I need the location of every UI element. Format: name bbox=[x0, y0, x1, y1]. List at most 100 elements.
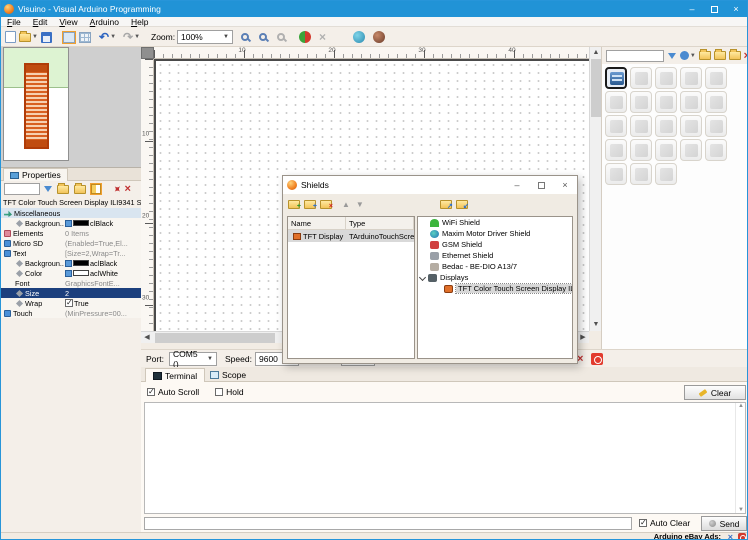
palette-expand-icon[interactable] bbox=[713, 49, 726, 60]
property-row-miscellaneous[interactable]: Miscellaneous bbox=[1, 208, 141, 218]
property-row-backgroun-[interactable]: Backgroun.. clBlack bbox=[1, 218, 141, 228]
scroll-left-icon[interactable]: ◀ bbox=[141, 333, 153, 343]
property-row-touch[interactable]: Touch (MinPressure=00... bbox=[1, 308, 141, 318]
filter-icon[interactable] bbox=[44, 186, 52, 192]
property-row-font[interactable]: Font GraphicsFontE... bbox=[1, 278, 141, 288]
hold-checkbox[interactable]: Hold bbox=[215, 387, 244, 397]
palette-collapse-icon[interactable] bbox=[728, 49, 741, 60]
close-ads-icon[interactable]: × bbox=[728, 532, 733, 539]
user-filter-icon[interactable] bbox=[680, 51, 689, 60]
minimize-button[interactable]: – bbox=[681, 1, 703, 17]
tree-item-displays[interactable]: Displays bbox=[418, 272, 572, 283]
tab-terminal[interactable]: Terminal bbox=[145, 368, 206, 382]
auto-clear-checkbox-box[interactable] bbox=[639, 518, 647, 527]
port-select[interactable]: COM5 () ▼ bbox=[169, 349, 217, 369]
palette-component-5[interactable] bbox=[605, 91, 627, 113]
palette-component-1[interactable] bbox=[630, 67, 652, 89]
menu-edit[interactable]: Edit bbox=[27, 17, 54, 27]
arrange-columns-icon[interactable] bbox=[90, 183, 102, 195]
palette-component-3[interactable] bbox=[680, 67, 702, 89]
add-shield-alt-button[interactable]: + bbox=[304, 199, 317, 210]
zoom-reset-button[interactable] bbox=[277, 30, 285, 44]
palette-component-0[interactable] bbox=[605, 67, 627, 89]
move-down-button[interactable]: ▼ bbox=[356, 200, 364, 209]
expand-plus-icon[interactable] bbox=[65, 219, 72, 227]
palette-component-16[interactable] bbox=[630, 139, 652, 161]
zoom-out-button[interactable] bbox=[259, 30, 267, 44]
clear-button[interactable]: Clear bbox=[684, 385, 746, 400]
redo-button[interactable]: ↷ ▼ bbox=[123, 30, 140, 44]
scroll-right-icon[interactable]: ▶ bbox=[577, 333, 589, 343]
design-preview-pane[interactable] bbox=[1, 47, 141, 168]
auto-scroll-checkbox-box[interactable] bbox=[147, 387, 155, 396]
expand-all-icon[interactable] bbox=[57, 182, 69, 194]
palette-component-13[interactable] bbox=[680, 115, 702, 137]
tab-properties[interactable]: Properties bbox=[3, 168, 68, 181]
property-row-elements[interactable]: Elements 0 Items bbox=[1, 228, 141, 238]
pin-icon[interactable]: ✦ bbox=[110, 182, 123, 195]
property-row-backgroun-[interactable]: Backgroun.. aclBlack bbox=[1, 258, 141, 268]
grid-toggle-button[interactable] bbox=[79, 30, 91, 44]
property-row-micro-sd[interactable]: Micro SD (Enabled=True,El... bbox=[1, 238, 141, 248]
close-button[interactable]: × bbox=[725, 1, 747, 17]
palette-component-11[interactable] bbox=[630, 115, 652, 137]
connect-button[interactable] bbox=[591, 352, 603, 366]
clear-filter-icon[interactable]: × bbox=[125, 184, 131, 195]
send-button[interactable]: Send bbox=[701, 516, 747, 531]
new-project-button[interactable] bbox=[5, 30, 16, 44]
shields-dialog-titlebar[interactable]: Shields – × bbox=[283, 176, 577, 194]
build-upload-button[interactable] bbox=[299, 30, 311, 44]
expand-plus-icon[interactable] bbox=[65, 259, 72, 267]
palette-component-8[interactable] bbox=[680, 91, 702, 113]
send-text-input[interactable] bbox=[144, 517, 632, 530]
palette-component-4[interactable] bbox=[705, 67, 727, 89]
palette-component-17[interactable] bbox=[655, 139, 677, 161]
tab-scope[interactable]: Scope bbox=[203, 368, 253, 382]
collapse-all-icon[interactable] bbox=[74, 182, 86, 194]
tft-component-thumbnail[interactable] bbox=[24, 63, 49, 149]
menu-help[interactable]: Help bbox=[125, 17, 154, 27]
terminal-output[interactable]: ▲ ▼ bbox=[144, 402, 746, 514]
canvas-vertical-scrollbar[interactable]: ▲ ▼ bbox=[589, 47, 601, 331]
delete-button[interactable]: × bbox=[319, 30, 326, 44]
palette-component-10[interactable] bbox=[605, 115, 627, 137]
palette-component-6[interactable] bbox=[630, 91, 652, 113]
palette-component-20[interactable] bbox=[605, 163, 627, 185]
terminal-scroll-down-icon[interactable]: ▼ bbox=[736, 507, 746, 513]
column-header-name[interactable]: Name bbox=[288, 216, 346, 230]
palette-folder-icon[interactable] bbox=[698, 49, 711, 60]
palette-component-2[interactable] bbox=[655, 67, 677, 89]
palette-component-21[interactable] bbox=[630, 163, 652, 185]
tree-item-ethernet-shield[interactable]: Ethernet Shield bbox=[418, 250, 572, 261]
tree-item-wifi-shield[interactable]: WiFi Shield bbox=[418, 217, 572, 228]
property-row-wrap[interactable]: Wrap True bbox=[1, 298, 141, 308]
palette-component-9[interactable] bbox=[705, 91, 727, 113]
menu-arduino[interactable]: Arduino bbox=[84, 17, 125, 27]
properties-search-input[interactable] bbox=[4, 183, 40, 195]
vscroll-thumb[interactable] bbox=[591, 59, 601, 117]
dialog-maximize-button[interactable] bbox=[529, 176, 553, 194]
zoom-select[interactable]: 100% ▼ bbox=[177, 30, 233, 44]
property-row-size[interactable]: Size 2 bbox=[1, 288, 141, 298]
maximize-button[interactable] bbox=[703, 1, 725, 17]
palette-component-7[interactable] bbox=[655, 91, 677, 113]
expand-categories-button[interactable]: ↗ bbox=[439, 199, 453, 210]
move-up-button[interactable]: ▲ bbox=[342, 200, 350, 209]
palette-filter-icon[interactable] bbox=[668, 52, 676, 59]
palette-component-18[interactable] bbox=[680, 139, 702, 161]
tree-item-maxim-motor-driver-shield[interactable]: Maxim Motor Driver Shield bbox=[418, 228, 572, 239]
community-button[interactable] bbox=[373, 30, 385, 44]
palette-search-input[interactable] bbox=[606, 49, 664, 62]
menu-file[interactable]: File bbox=[1, 17, 27, 27]
save-project-button[interactable] bbox=[41, 30, 52, 44]
terminal-scroll-up-icon[interactable]: ▲ bbox=[736, 403, 746, 409]
shield-list-row[interactable]: TFT DisplayTArduinoTouchScree... bbox=[288, 230, 414, 242]
ads-refresh-icon[interactable] bbox=[738, 533, 746, 539]
palette-clear-icon[interactable]: × bbox=[744, 50, 747, 61]
expand-plus-icon[interactable] bbox=[65, 269, 72, 277]
hold-checkbox-box[interactable] bbox=[215, 388, 224, 396]
column-header-type[interactable]: Type bbox=[346, 216, 414, 230]
open-project-button[interactable]: ▼ bbox=[19, 30, 38, 44]
chevron-down-icon[interactable] bbox=[418, 273, 427, 282]
tree-item-bedac-be-dio-a13-7[interactable]: Bedac - BE-DIO A13/7 bbox=[418, 261, 572, 272]
